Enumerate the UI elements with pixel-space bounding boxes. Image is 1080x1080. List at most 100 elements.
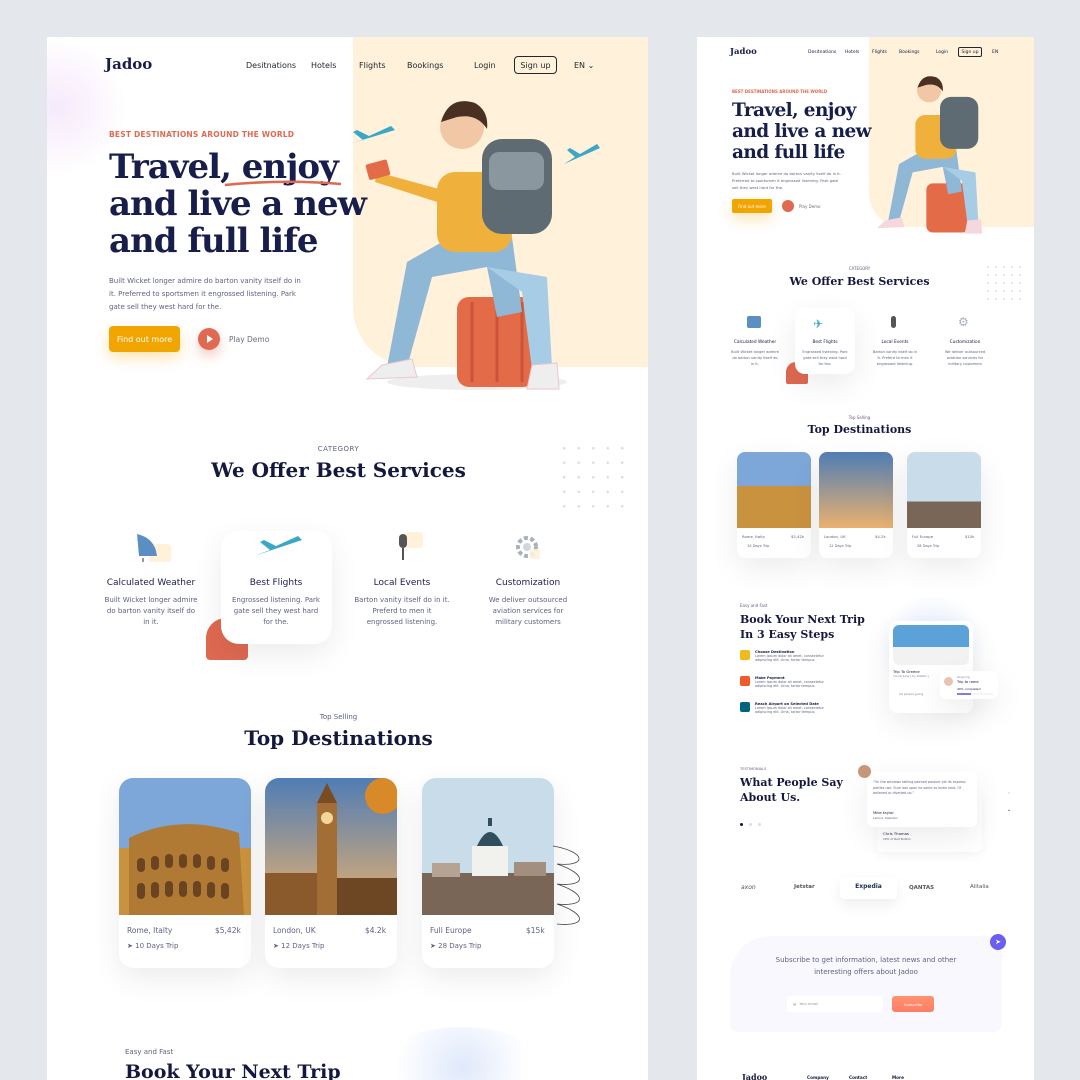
play-demo-button[interactable]: Play Demo — [782, 200, 821, 212]
nav-login[interactable]: Login — [474, 61, 496, 70]
logo[interactable]: Jadoo — [105, 55, 152, 73]
greece-photo — [893, 625, 969, 665]
nav-destinations[interactable]: Desitnations — [808, 50, 836, 55]
destination-place: Full Europe — [430, 926, 472, 935]
email-field[interactable]: ✉ Your email — [787, 996, 883, 1012]
language-select[interactable]: EN — [992, 50, 998, 55]
rome-photo — [737, 452, 811, 528]
ongoing-label: Ongoing — [957, 675, 970, 679]
hero-title-line3: and full life — [732, 142, 845, 163]
subscribe-text: Subscribe to get information, latest new… — [775, 956, 957, 976]
service-title: Customization — [495, 578, 561, 588]
testimonials-title: What People Say About Us. — [740, 775, 843, 805]
testimonials-eyebrow: TESTIMONIALS — [740, 767, 767, 771]
title-underline — [224, 180, 342, 187]
dot-grid — [984, 263, 1022, 301]
destinations-eyebrow: Top Selling — [848, 415, 871, 420]
email-placeholder: Your email — [799, 1002, 819, 1006]
destinations-title: Top Destinations — [807, 423, 912, 436]
destinations-eyebrow: Top Selling — [319, 713, 358, 721]
destination-trip: ➤ 28 Days Trip — [430, 942, 481, 950]
find-out-more-button[interactable]: Find out more — [732, 199, 772, 213]
service-title: Local Events — [881, 340, 909, 345]
hero-description: Built Wicket longer admire do barton van… — [732, 171, 841, 190]
destination-place: London, UK — [824, 534, 846, 539]
service-desc: Built Wicket longer admire do barton van… — [104, 596, 198, 626]
dot[interactable] — [758, 823, 761, 826]
satellite-dish-icon — [137, 534, 171, 562]
footer-col-company: Company — [807, 1075, 829, 1080]
destination-price: $4.2k — [875, 534, 886, 539]
chevron-up-icon[interactable]: ⌃ — [1007, 792, 1011, 798]
service-desc: Engrossed listening. Park gate sell they… — [802, 350, 848, 366]
logo[interactable]: Jadoo — [730, 47, 757, 57]
airplane-icon — [564, 144, 600, 164]
nav-destinations[interactable]: Desitnations — [246, 61, 296, 70]
destinations-title: Top Destinations — [244, 726, 433, 750]
steps-title-line1: Book Your Next Trip — [740, 613, 865, 626]
destination-card[interactable] — [265, 778, 397, 968]
chevron-down-icon: ⌄ — [587, 61, 595, 70]
subscribe-button[interactable]: Subscribe — [892, 996, 934, 1012]
testimonial-role-2: CEO of Red Button — [883, 837, 911, 841]
services-eyebrow: CATEGORY — [848, 266, 871, 271]
play-demo-label: Play Demo — [799, 203, 821, 209]
nav-hotels[interactable]: Hotels — [311, 61, 336, 70]
destination-price: $5,42k — [215, 926, 241, 935]
testimonial-name-2: Chris Thomas — [883, 831, 909, 836]
decorative-loop — [552, 845, 580, 925]
progress-bar — [957, 693, 993, 695]
nav-login[interactable]: Login — [936, 50, 948, 55]
destination-card[interactable] — [737, 452, 811, 558]
mail-icon: ✉ — [793, 1001, 797, 1007]
navigation-arrow-icon: ➤ — [127, 942, 133, 950]
avatar — [857, 764, 872, 779]
nav-flights[interactable]: Flights — [359, 61, 386, 70]
step-desc: Lorem ipsum dolor sit amet, consectetur … — [755, 706, 824, 714]
testimonial-name: Mike taylor — [873, 810, 894, 815]
destination-card[interactable] — [819, 452, 893, 558]
dot-grid — [557, 441, 625, 509]
avatar — [944, 677, 953, 686]
footer-col-more: More — [892, 1075, 904, 1080]
ongoing-card[interactable]: Ongoing Trip to rome 40% completed — [940, 671, 998, 699]
nav-hotels[interactable]: Hotels — [845, 50, 859, 55]
play-demo-button[interactable]: Play Demo — [198, 328, 269, 350]
language-select[interactable]: EN ⌄ — [574, 61, 594, 70]
destination-card[interactable] — [119, 778, 251, 968]
hero-title-line3: and full life — [109, 221, 318, 261]
dot[interactable] — [749, 823, 752, 826]
satellite-dish-icon — [747, 316, 761, 328]
testimonials-title-line1: What People Say — [740, 776, 843, 789]
destination-trip-label: 10 Days Trip — [747, 544, 770, 548]
step-icon — [740, 650, 750, 660]
rome-photo — [119, 778, 251, 915]
find-out-more-button[interactable]: Find out more — [109, 326, 180, 352]
partner-logo-highlight: Expedia — [840, 877, 897, 899]
signup-button[interactable]: Sign up — [958, 47, 982, 57]
signup-button[interactable]: Sign up — [514, 56, 557, 74]
trip-card[interactable]: Trip To Greece 14-29 June | by Robbin j … — [889, 621, 973, 713]
hero-title-line2: and live a new — [732, 121, 872, 142]
partner-logo: Jetstar — [794, 884, 815, 890]
hero-title-line2: and live a new — [109, 184, 367, 224]
destination-place: Rome, Italty — [127, 926, 173, 935]
destination-card[interactable] — [422, 778, 554, 968]
destination-price: $4.2k — [365, 926, 387, 935]
airplane-icon — [254, 536, 302, 556]
nav-bookings[interactable]: Bookings — [899, 50, 920, 55]
nav-bookings[interactable]: Bookings — [407, 61, 443, 70]
destination-place: Full Europe — [912, 534, 934, 539]
hero-title: Travel, enjoy and live a new and full li… — [109, 149, 367, 261]
destination-trip: ➤ 12 Days Trip — [273, 942, 324, 950]
pagination-dots[interactable] — [740, 823, 761, 826]
steps-eyebrow: Easy and Fast — [125, 1048, 174, 1056]
nav-flights[interactable]: Flights — [872, 50, 887, 55]
dot-active[interactable] — [740, 823, 743, 826]
service-desc: Built Wicket longer admire do barton van… — [731, 350, 779, 366]
destination-trip-label: 10 Days Trip — [135, 942, 179, 950]
footer-logo[interactable]: Jadoo — [742, 1072, 767, 1080]
destination-card[interactable] — [907, 452, 981, 558]
play-icon — [198, 328, 220, 350]
chevron-down-icon[interactable]: ⌄ — [1007, 807, 1011, 813]
